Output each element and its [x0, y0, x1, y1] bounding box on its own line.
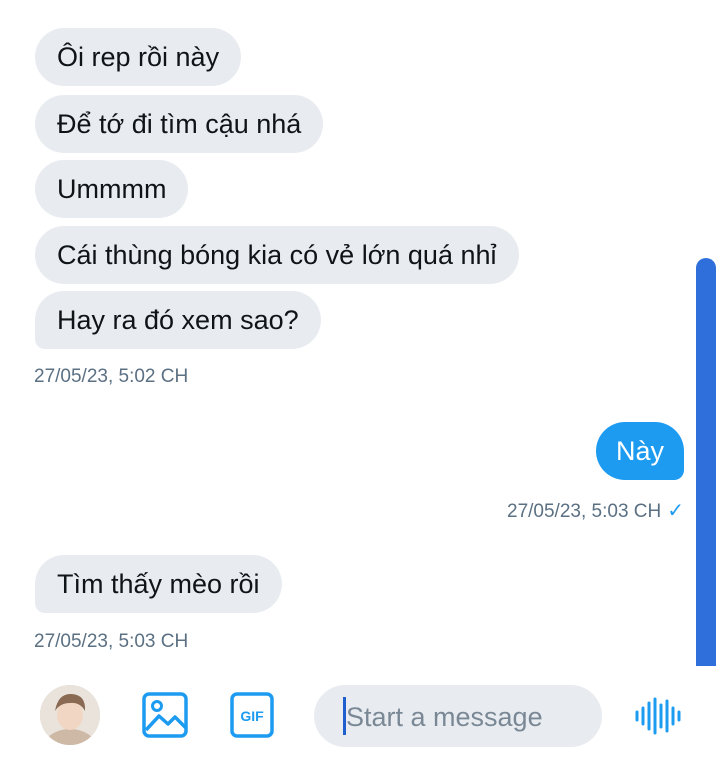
message-timestamp: 27/05/23, 5:03 CH [34, 631, 189, 652]
message-bubble-outgoing[interactable]: Này [595, 422, 684, 480]
gif-icon[interactable]: GIF [230, 692, 274, 743]
message-bubble[interactable]: Ummmm [35, 160, 189, 218]
timestamp-text: 27/05/23, 5:03 CH [507, 501, 662, 522]
message-timestamp: 27/05/23, 5:02 CH [34, 366, 189, 387]
scrollbar[interactable] [696, 258, 716, 666]
image-icon[interactable] [142, 692, 188, 743]
message-timestamp-outgoing: 27/05/23, 5:03 CH ✓ [507, 498, 684, 523]
voice-icon[interactable] [634, 697, 682, 740]
message-bubble[interactable]: Để tớ đi tìm cậu nhá [35, 95, 324, 153]
message-bubble[interactable]: Tìm thấy mèo rồi [35, 555, 282, 613]
svg-text:GIF: GIF [240, 708, 264, 724]
avatar[interactable] [40, 685, 100, 745]
message-bubble[interactable]: Cái thùng bóng kia có vẻ lớn quá nhỉ [35, 226, 519, 284]
message-input[interactable] [346, 699, 586, 735]
sent-check-icon: ✓ [667, 500, 684, 522]
message-bubble[interactable]: Ôi rep rồi này [35, 28, 242, 86]
message-bubble[interactable]: Hay ra đó xem sao? [35, 291, 321, 349]
